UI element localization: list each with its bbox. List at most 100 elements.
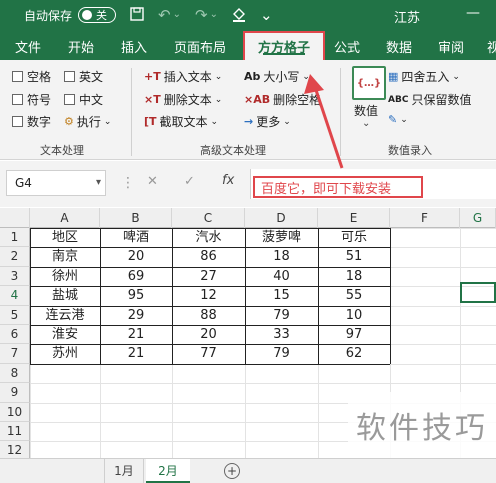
save-icon[interactable] — [130, 6, 144, 24]
chevron-down-icon[interactable]: ▾ — [96, 177, 101, 188]
formula-bar-grip[interactable]: ⋮ — [121, 175, 135, 191]
table-header-cell[interactable]: 啤酒 — [100, 228, 172, 247]
column-header-b[interactable]: B — [100, 208, 172, 228]
column-header-d[interactable]: D — [245, 208, 318, 228]
table-cell[interactable]: 12 — [172, 286, 245, 305]
select-all-corner[interactable] — [0, 208, 30, 228]
sheet-tab-2[interactable]: 2月 — [146, 459, 190, 483]
round-button[interactable]: ▦ 四舍五入 ⌄ — [388, 68, 460, 85]
chevron-down-icon[interactable]: ⌄ — [362, 118, 370, 129]
checkbox-symbol[interactable]: 符号 — [12, 91, 51, 108]
table-header-cell[interactable]: 汽水 — [172, 228, 245, 247]
table-cell[interactable]: 79 — [245, 344, 318, 363]
table-cell[interactable]: 77 — [172, 344, 245, 363]
table-cell[interactable]: 95 — [100, 286, 172, 305]
row-header[interactable]: 10 — [0, 402, 30, 422]
execute-button[interactable]: ⚙ 执行 ⌄ — [64, 113, 111, 130]
autosave-toggle[interactable]: 关 — [78, 7, 117, 23]
row-header[interactable]: 3 — [0, 266, 30, 287]
table-cell[interactable]: 盐城 — [30, 286, 100, 305]
checkbox-number[interactable]: 数字 — [12, 113, 51, 130]
case-button[interactable]: Ab 大小写 ⌄ — [244, 68, 310, 85]
cancel-icon[interactable]: ✕ — [147, 174, 158, 189]
table-header-cell[interactable]: 地区 — [30, 228, 100, 247]
tab-formulas[interactable]: 公式 — [334, 37, 360, 56]
table-cell[interactable]: 21 — [100, 344, 172, 363]
table-cell[interactable]: 15 — [245, 286, 318, 305]
table-header-cell[interactable]: 菠萝啤 — [245, 228, 318, 247]
table-cell[interactable]: 18 — [318, 267, 390, 286]
table-cell[interactable]: 18 — [245, 247, 318, 266]
table-cell[interactable]: 苏州 — [30, 344, 100, 363]
redo-dropdown-icon[interactable]: ⌄ — [210, 10, 218, 20]
insert-text-button[interactable]: +T 插入文本 ⌄ — [144, 68, 222, 85]
numeric-edit-button[interactable]: ✎ ⌄ — [388, 113, 408, 126]
delete-space-button[interactable]: ×AB 删除空格 — [244, 91, 321, 108]
table-cell[interactable]: 69 — [100, 267, 172, 286]
checkbox-chinese[interactable]: 中文 — [64, 91, 103, 108]
row-header[interactable]: 2 — [0, 247, 30, 267]
table-cell[interactable]: 62 — [318, 344, 390, 363]
row-header[interactable]: 5 — [0, 305, 30, 325]
more-button[interactable]: → 更多 ⌄ — [244, 113, 291, 130]
keep-values-button[interactable]: ABC 只保留数值 — [388, 91, 471, 108]
checkbox-english[interactable]: 英文 — [64, 68, 103, 85]
column-header-c[interactable]: C — [172, 208, 245, 228]
table-cell[interactable]: 10 — [318, 306, 390, 325]
row-header[interactable]: 4 — [0, 286, 30, 306]
row-header[interactable]: 1 — [0, 228, 30, 248]
table-cell[interactable]: 88 — [172, 306, 245, 325]
sheet-tab-1[interactable]: 1月 — [104, 459, 144, 483]
name-box[interactable]: G4 ▾ — [6, 170, 106, 196]
customize-toolbar-icon[interactable]: ⌄ — [260, 7, 273, 23]
table-cell[interactable]: 20 — [100, 247, 172, 266]
column-header-a[interactable]: A — [30, 208, 100, 228]
table-cell[interactable]: 连云港 — [30, 306, 100, 325]
check-icon[interactable]: ✓ — [184, 174, 195, 189]
table-cell[interactable]: 南京 — [30, 247, 100, 266]
tab-review[interactable]: 审阅 — [438, 37, 464, 56]
checkbox-space[interactable]: 空格 — [12, 68, 51, 85]
table-cell[interactable]: 27 — [172, 267, 245, 286]
table-cell[interactable]: 淮安 — [30, 325, 100, 344]
extract-text-button[interactable]: [T 截取文本 ⌄ — [144, 113, 218, 130]
table-cell[interactable]: 徐州 — [30, 267, 100, 286]
tab-data[interactable]: 数据 — [386, 37, 412, 56]
table-cell[interactable]: 33 — [245, 325, 318, 344]
delete-text-button[interactable]: ×T 删除文本 ⌄ — [144, 91, 222, 108]
tab-ffgz[interactable]: 方方格子 — [243, 31, 325, 62]
undo-icon[interactable]: ↶ — [158, 7, 171, 23]
table-cell[interactable]: 79 — [245, 306, 318, 325]
tab-home[interactable]: 开始 — [68, 37, 94, 56]
selected-cell[interactable] — [460, 282, 496, 303]
paint-bucket-icon[interactable] — [232, 6, 246, 25]
column-header-f[interactable]: F — [390, 208, 460, 228]
tab-view[interactable]: 视 — [487, 37, 496, 56]
undo-dropdown-icon[interactable]: ⌄ — [173, 10, 181, 20]
redo-icon[interactable]: ↷ — [195, 7, 208, 23]
table-cell[interactable]: 97 — [318, 325, 390, 344]
tab-page-layout[interactable]: 页面布局 — [174, 37, 226, 56]
column-header-g[interactable]: G — [460, 208, 496, 228]
row-header[interactable]: 9 — [0, 383, 30, 403]
minimize-icon[interactable]: — — [466, 5, 480, 21]
numeric-value-label[interactable]: 数值 — [354, 102, 378, 119]
table-cell[interactable]: 21 — [100, 325, 172, 344]
tab-file[interactable]: 文件 — [15, 37, 41, 56]
row-header[interactable]: 8 — [0, 363, 30, 384]
table-cell[interactable]: 55 — [318, 286, 390, 305]
tab-insert[interactable]: 插入 — [121, 37, 147, 56]
column-header-e[interactable]: E — [318, 208, 390, 228]
table-cell[interactable]: 20 — [172, 325, 245, 344]
numeric-value-icon[interactable]: {…} — [352, 66, 386, 100]
table-cell[interactable]: 86 — [172, 247, 245, 266]
table-cell[interactable]: 40 — [245, 267, 318, 286]
row-header[interactable]: 7 — [0, 344, 30, 364]
add-sheet-icon[interactable]: + — [224, 463, 240, 479]
table-header-cell[interactable]: 可乐 — [318, 228, 390, 247]
row-header[interactable]: 11 — [0, 421, 30, 442]
table-cell[interactable]: 29 — [100, 306, 172, 325]
insert-function-icon[interactable]: fx — [222, 173, 234, 188]
row-header[interactable]: 6 — [0, 324, 30, 345]
table-cell[interactable]: 51 — [318, 247, 390, 266]
